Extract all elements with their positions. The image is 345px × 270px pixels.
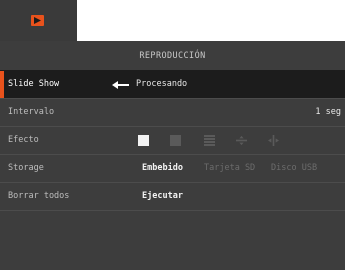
slideshow-status: Procesando <box>136 79 188 89</box>
play-icon <box>31 15 44 26</box>
effect-none-icon[interactable] <box>138 135 149 146</box>
row-empty <box>0 210 345 238</box>
effect-split-icon[interactable] <box>268 135 279 146</box>
storage-option-embedded[interactable]: Embebido <box>142 155 183 182</box>
storage-label: Storage <box>8 163 44 173</box>
panel-title: REPRODUCCIÓN <box>139 51 206 61</box>
interval-value[interactable]: 1 seg <box>315 99 341 126</box>
interval-label: Intervalo <box>8 107 55 117</box>
slideshow-label: Slide Show <box>8 79 60 89</box>
playback-panel: REPRODUCCIÓN Slide Show Procesando Inter… <box>0 41 345 270</box>
storage-option-sd[interactable]: Tarjeta SD <box>204 155 255 182</box>
row-storage[interactable]: Storage Embebido Tarjeta SD Disco USB <box>0 154 345 182</box>
effect-label: Efecto <box>8 135 39 145</box>
effect-dissolve-icon[interactable] <box>170 135 181 146</box>
row-interval[interactable]: Intervalo 1 seg <box>0 98 345 126</box>
row-slideshow[interactable]: Slide Show Procesando <box>0 70 345 98</box>
row-effect[interactable]: Efecto <box>0 126 345 154</box>
tab-playback[interactable] <box>0 0 77 41</box>
enter-icon <box>112 81 129 89</box>
effect-cross-icon[interactable] <box>236 135 247 146</box>
delete-all-label: Borrar todos <box>8 191 70 201</box>
storage-option-usb[interactable]: Disco USB <box>271 155 317 182</box>
row-delete-all[interactable]: Borrar todos Ejecutar <box>0 182 345 210</box>
effect-blinds-icon[interactable] <box>204 135 215 146</box>
top-tab-bar <box>0 0 345 41</box>
delete-all-button[interactable]: Ejecutar <box>142 183 183 210</box>
